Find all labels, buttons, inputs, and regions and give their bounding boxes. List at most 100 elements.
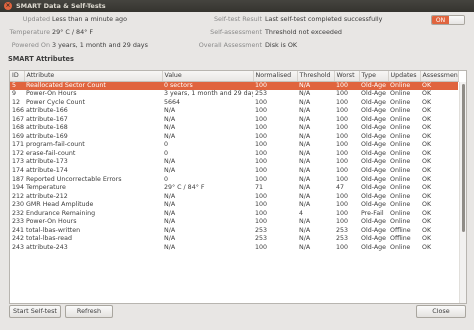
table-cell: Old-Age (361, 107, 387, 115)
table-cell: 100 (255, 158, 268, 166)
table-row[interactable]: 171 program-fail-count 0 100 N/A 100 Old-Age On… (10, 141, 458, 150)
table-cell: Endurance Remaining (26, 209, 96, 217)
table-cell: 5 (10, 81, 24, 91)
table-cell: attribute-212 (26, 192, 68, 200)
vertical-scrollbar[interactable] (459, 82, 466, 303)
start-self-test-button[interactable]: Start Self-test (9, 305, 61, 318)
table-cell: Online (390, 201, 411, 209)
table-cell: 100 (336, 149, 349, 157)
updated-label: Updated (22, 15, 50, 23)
table-cell: 100 (336, 158, 349, 166)
table-cell: N/A (299, 158, 311, 166)
table-cell: OK (422, 149, 432, 157)
table-cell: Pre-Fail (361, 209, 384, 217)
table-cell: 100 (336, 201, 349, 209)
table-cell: OK (422, 175, 432, 183)
table-row[interactable]: 9 Power-On Hours 3 years, 1 month and 29 d… (10, 90, 458, 99)
column-header[interactable]: Normalised (253, 71, 298, 82)
table-row[interactable]: 233 Power-On Hours N/A 100 N/A 100 Old-Age Onli… (10, 218, 458, 227)
table-row[interactable]: 230 GMR Head Amplitude N/A 100 N/A 100 Old-Age… (10, 201, 458, 210)
column-header[interactable]: Threshold (297, 71, 335, 82)
table-row[interactable]: 168 attribute-168 N/A 100 N/A 100 Old-Age Onlin… (10, 124, 458, 133)
column-header[interactable]: Updates (388, 71, 421, 82)
table-cell: Old-Age (361, 132, 387, 140)
table-row[interactable]: 172 erase-fail-count 0 100 N/A 100 Old-Age Onli… (10, 150, 458, 159)
table-cell: Online (390, 218, 411, 226)
table-row[interactable]: 212 attribute-212 N/A 100 N/A 100 Old-Age Onlin… (10, 193, 458, 202)
table-cell: Online (388, 81, 420, 91)
table-cell: Old-Age (361, 235, 387, 243)
table-cell: N/A (299, 166, 311, 174)
table-cell: OK (422, 218, 432, 226)
column-header[interactable]: Assessment (420, 71, 459, 82)
table-cell: N/A (299, 175, 311, 183)
table-cell: N/A (299, 201, 311, 209)
table-row[interactable]: 12 Power Cycle Count 5664 100 N/A 100 Old-Age O… (10, 99, 458, 108)
table-cell: 4 (299, 209, 304, 217)
smart-attributes-table[interactable]: ID Attribute Value Normalised Threshold Worst… (9, 70, 467, 304)
table-cell: total-lbas-read (26, 235, 73, 243)
scrollbar-thumb[interactable] (462, 84, 465, 232)
table-row[interactable]: 5 Reallocated Sector Count 0 sectors 100 N/A… (10, 81, 458, 91)
table-cell: N/A (164, 166, 176, 174)
table-cell: N/A (164, 115, 176, 123)
table-row[interactable]: 242 total-lbas-read N/A 253 N/A 253 Old-Age Off… (10, 235, 458, 244)
temperature-label: Temperature (9, 28, 50, 36)
info-panel: Updated Less than a minute ago Temperatu… (0, 15, 474, 53)
close-button[interactable]: Close (416, 305, 466, 318)
table-cell: Old-Age (361, 158, 387, 166)
table-row[interactable]: 167 attribute-167 N/A 100 N/A 100 Old-Age Onlin… (10, 116, 458, 125)
smart-enabled-toggle[interactable]: ON (431, 15, 465, 25)
column-header[interactable]: Attribute (24, 71, 163, 82)
table-row[interactable]: 174 attribute-174 N/A 100 N/A 100 Old-Age Onlin… (10, 167, 458, 176)
table-cell: OK (422, 201, 432, 209)
table-cell: Online (390, 184, 411, 192)
table-cell: N/A (297, 81, 334, 91)
column-header[interactable]: ID (10, 71, 25, 82)
table-cell: Reallocated Sector Count (24, 81, 162, 91)
table-cell: 100 (255, 141, 268, 149)
table-row[interactable]: 166 attribute-166 N/A 100 N/A 100 Old-Age Onlin… (10, 107, 458, 116)
table-row[interactable]: 241 total-lbas-written N/A 253 N/A 253 Old-Age… (10, 227, 458, 236)
table-cell: 100 (336, 90, 349, 98)
table-cell: Old-Age (361, 175, 387, 183)
table-cell: N/A (299, 192, 311, 200)
table-cell: 169 (12, 132, 24, 140)
table-row[interactable]: 232 Endurance Remaining N/A 100 4 100 Pre-Fail… (10, 210, 458, 219)
table-cell: N/A (299, 243, 311, 251)
table-cell: Old-Age (361, 149, 387, 157)
table-cell: Old-Age (361, 115, 387, 123)
table-cell: Online (390, 124, 411, 132)
self-assessment-value: Threshold not exceeded (265, 28, 342, 36)
table-cell: attribute-173 (26, 158, 68, 166)
column-header[interactable]: Value (162, 71, 254, 82)
table-row[interactable]: 194 Temperature 29° C / 84° F 71 N/A 47 Old-Ag… (10, 184, 458, 193)
table-cell: Online (390, 175, 411, 183)
table-cell: Old-Age (361, 166, 387, 174)
table-row[interactable]: 169 attribute-169 N/A 100 N/A 100 Old-Age Onlin… (10, 133, 458, 142)
table-cell: Old-Age (361, 218, 387, 226)
table-cell: N/A (164, 132, 176, 140)
refresh-button[interactable]: Refresh (65, 305, 113, 318)
window-close-icon[interactable]: × (4, 2, 12, 10)
table-cell: 100 (336, 209, 349, 217)
table-row[interactable]: 187 Reported Uncorrectable Errors 0 100 N/A 1… (10, 176, 458, 185)
table-cell: 100 (336, 166, 349, 174)
column-header[interactable]: Worst (334, 71, 360, 82)
table-cell: 0 sectors (162, 81, 253, 91)
table-cell: 3 years, 1 month and 29 days (164, 90, 253, 98)
table-cell: OK (422, 192, 432, 200)
table-cell: OK (422, 132, 432, 140)
table-cell: N/A (164, 235, 176, 243)
table-row[interactable]: 173 attribute-173 N/A 100 N/A 100 Old-Age Onlin… (10, 158, 458, 167)
table-cell: Online (390, 141, 411, 149)
column-header[interactable]: Type (359, 71, 389, 82)
table-cell: 232 (12, 209, 24, 217)
table-cell: attribute-174 (26, 166, 68, 174)
table-cell: 187 (12, 175, 24, 183)
table-cell: Old-Age (359, 81, 388, 91)
table-header-row: ID Attribute Value Normalised Threshold Worst… (10, 71, 459, 82)
table-row[interactable]: 243 attribute-243 N/A 100 N/A 100 Old-Age Onlin… (10, 244, 458, 253)
table-cell: OK (422, 90, 432, 98)
powered-on-label: Powered On (11, 41, 50, 49)
